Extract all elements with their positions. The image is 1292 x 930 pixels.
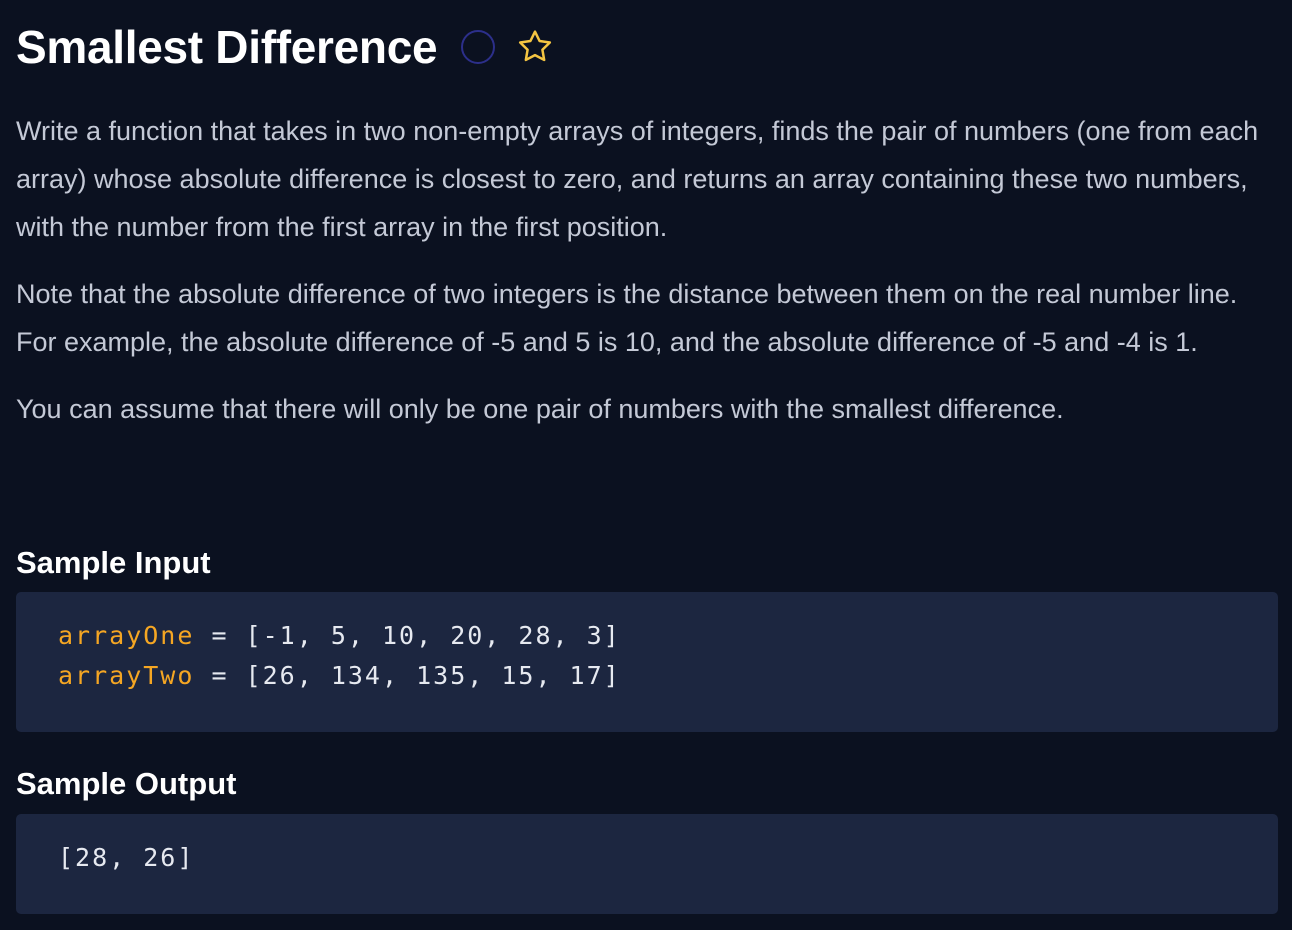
- variable-name: arrayOne: [58, 621, 195, 650]
- output-value: [28, 26]: [58, 843, 195, 872]
- code-line: arrayTwo = [26, 134, 135, 15, 17]: [58, 656, 1236, 696]
- description-paragraph: Write a function that takes in two non-e…: [16, 116, 1259, 242]
- code-value: = [26, 134, 135, 15, 17]: [194, 661, 621, 690]
- problem-description: Write a function that takes in two non-e…: [16, 107, 1278, 433]
- circle-outline-icon[interactable]: [461, 30, 496, 64]
- description-paragraph: You can assume that there will only be o…: [16, 394, 1064, 424]
- description-paragraph: Note that the absolute difference of two…: [16, 279, 1238, 357]
- sample-output-code-block: [28, 26]: [16, 814, 1278, 914]
- code-line: arrayOne = [-1, 5, 10, 20, 28, 3]: [58, 616, 1236, 656]
- code-value: = [-1, 5, 10, 20, 28, 3]: [194, 621, 621, 650]
- page-title: Smallest Difference: [16, 21, 438, 73]
- problem-header: Smallest Difference: [16, 0, 1278, 94]
- variable-name: arrayTwo: [58, 661, 195, 690]
- star-icon[interactable]: [515, 27, 555, 67]
- sample-input-code-block: arrayOne = [-1, 5, 10, 20, 28, 3] arrayT…: [16, 592, 1278, 732]
- problem-panel: Smallest Difference Write a function tha…: [16, 0, 1278, 914]
- sample-input-heading: Sample Input: [16, 545, 211, 580]
- sample-output-heading: Sample Output: [16, 766, 237, 801]
